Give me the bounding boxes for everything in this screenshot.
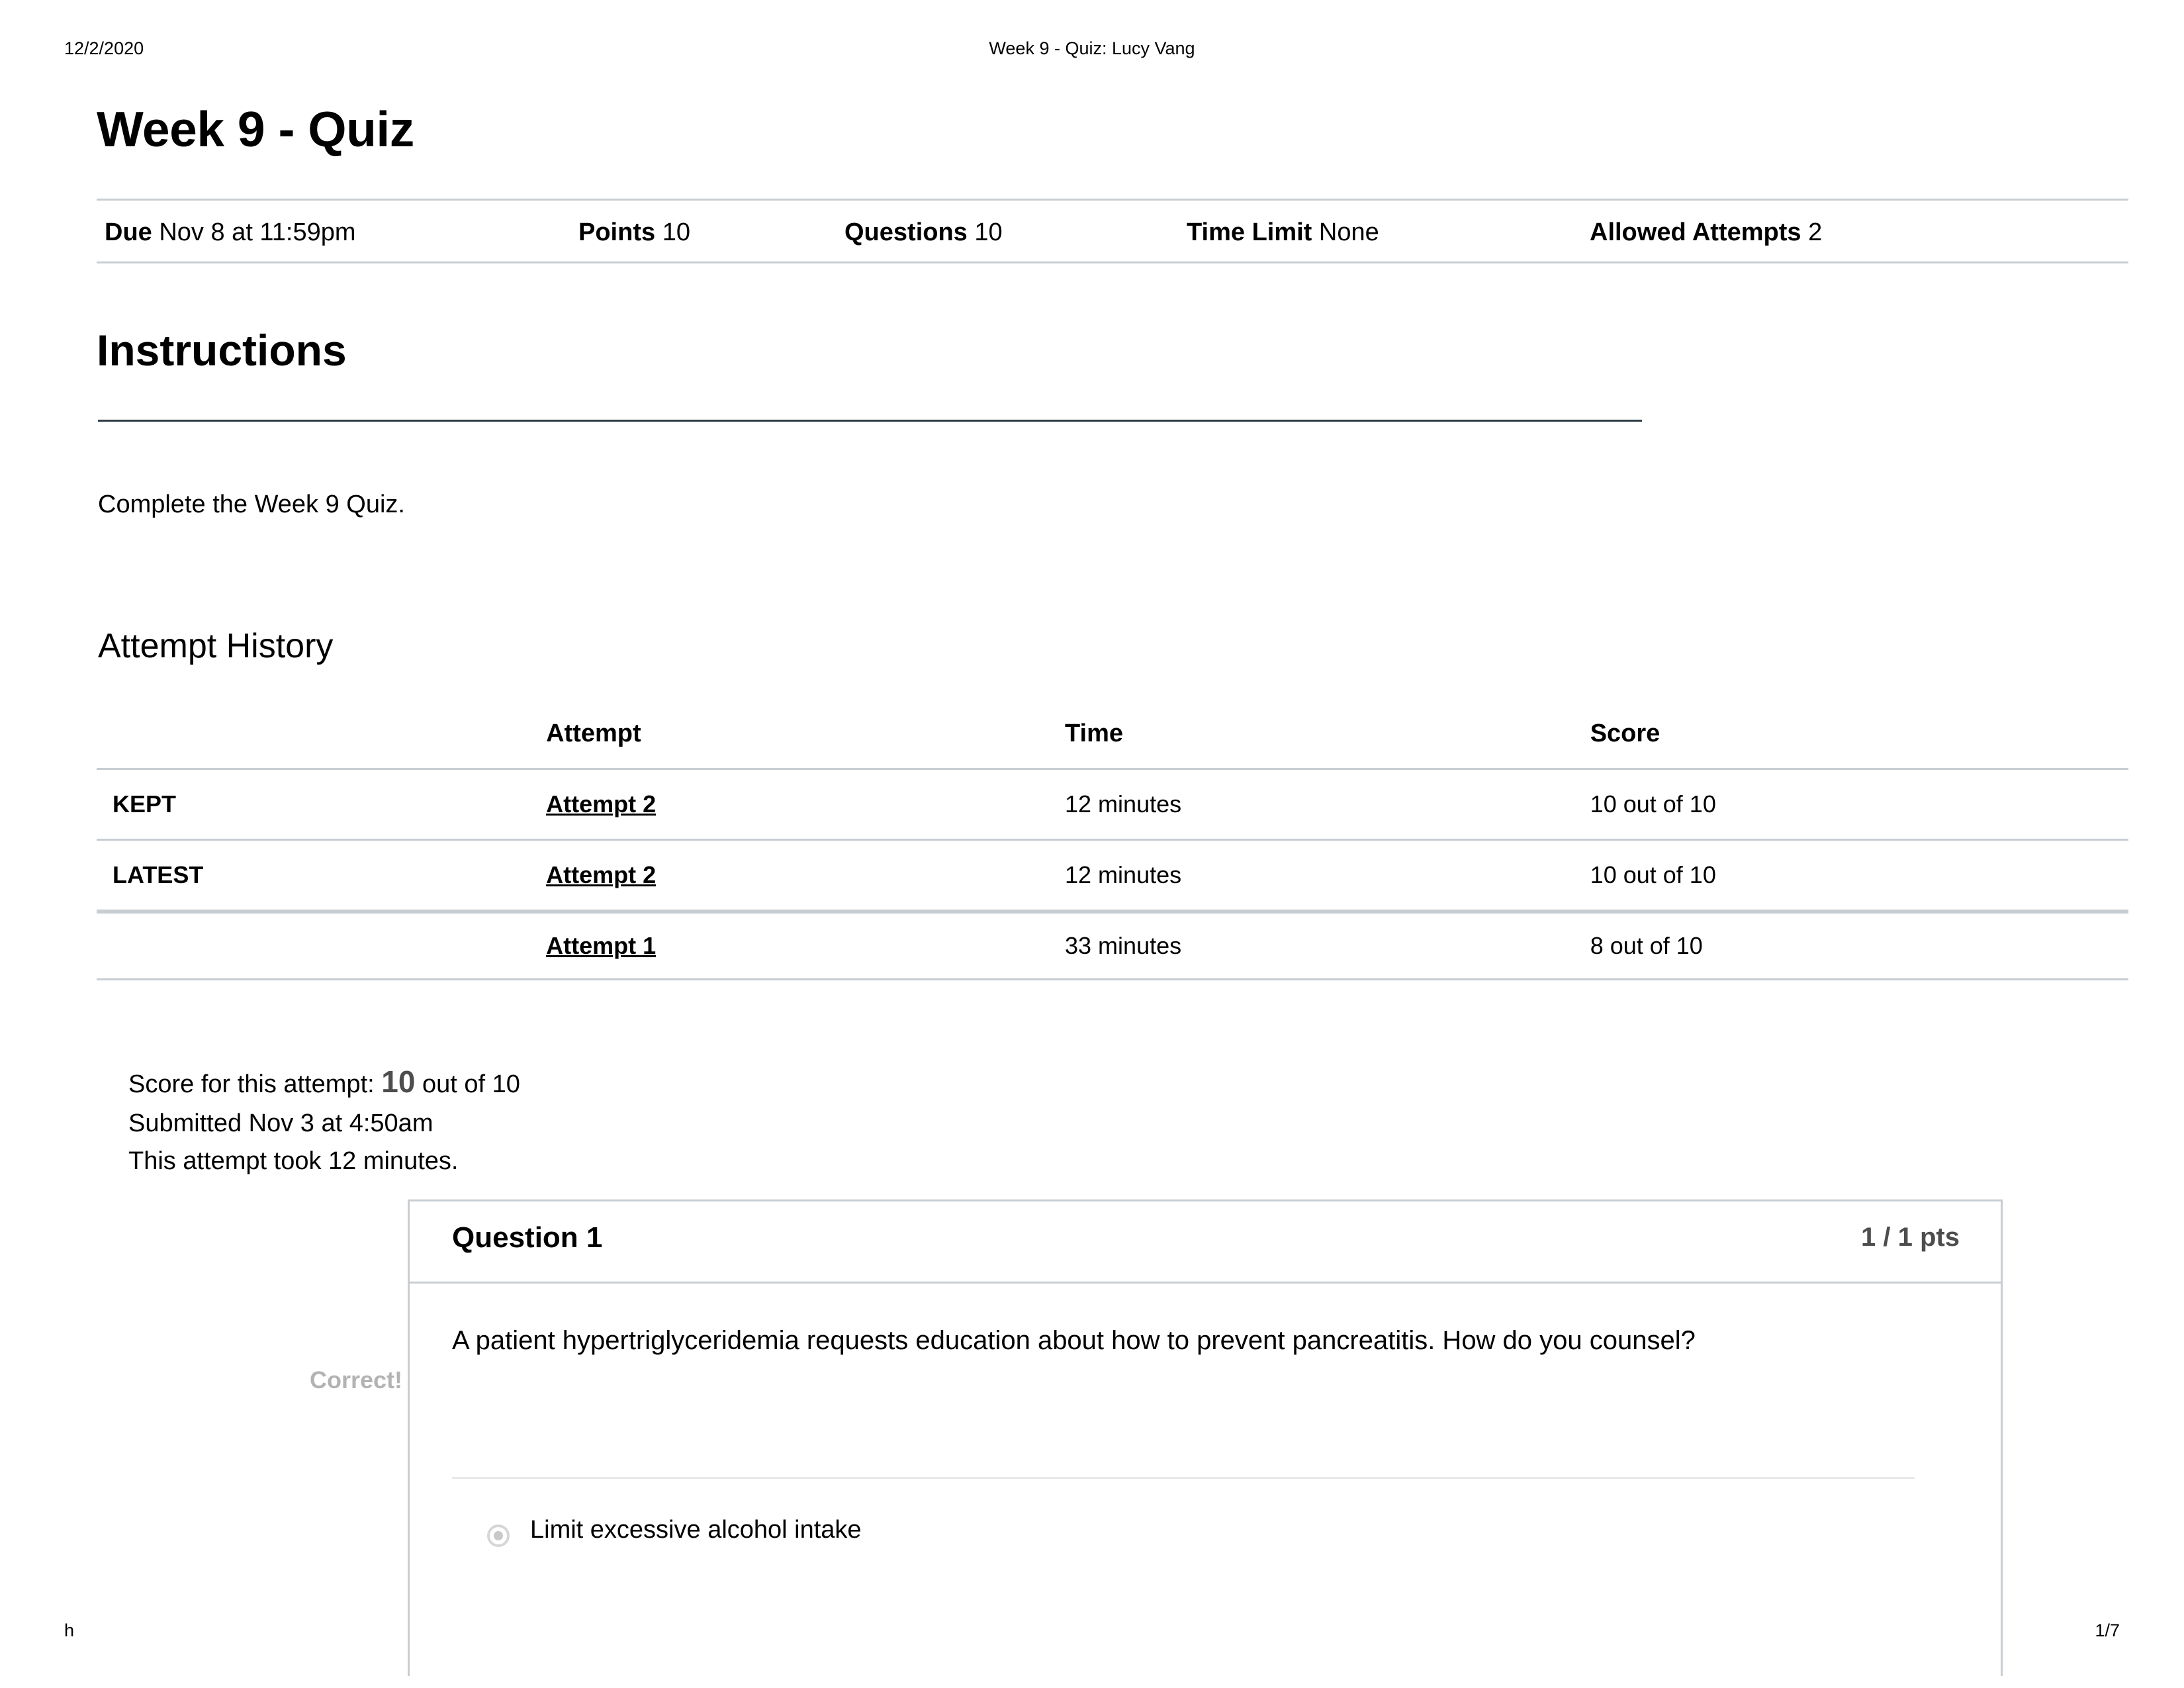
print-footer-url: h xyxy=(64,1620,75,1640)
attempt-summary: Score for this attempt: 10 out of 10 Sub… xyxy=(128,1059,520,1180)
table-row: LATEST Attempt 2 12 minutes 10 out of 10 xyxy=(97,839,2128,911)
attempt-score: 8 out of 10 xyxy=(1590,910,2128,980)
page-title: Week 9 - Quiz xyxy=(97,101,414,157)
attempt-score: 10 out of 10 xyxy=(1590,839,2128,911)
answer-option-label: Limit excessive alcohol intake xyxy=(530,1516,862,1544)
print-header: 12/2/2020 Week 9 - Quiz: Lucy Vang xyxy=(0,38,2184,65)
attempt-score-prefix: Score for this attempt: xyxy=(128,1070,382,1098)
table-row: KEPT Attempt 2 12 minutes 10 out of 10 xyxy=(97,768,2128,840)
quiz-meta-due-label: Due xyxy=(105,218,152,246)
quiz-meta-questions-label: Questions xyxy=(844,218,968,246)
question-points: 1 / 1 pts xyxy=(1861,1223,1960,1252)
quiz-meta-points-value: 10 xyxy=(662,218,690,246)
quiz-meta-allowed-attempts: Allowed Attempts 2 xyxy=(1590,218,1822,247)
attempt-time: 12 minutes xyxy=(1065,768,1590,840)
quiz-meta-time-limit-label: Time Limit xyxy=(1187,218,1312,246)
quiz-meta-points: Points 10 xyxy=(578,218,690,247)
quiz-meta-due: Due Nov 8 at 11:59pm xyxy=(105,218,356,247)
table-header-row: Attempt Time Score xyxy=(97,703,2128,769)
attempt-status-badge: KEPT xyxy=(113,790,177,818)
question-text: A patient hypertriglyceridemia requests … xyxy=(452,1326,1696,1355)
answer-option[interactable]: Limit excessive alcohol intake xyxy=(452,1515,1908,1568)
attempt-score-line: Score for this attempt: 10 out of 10 xyxy=(128,1059,520,1105)
attempt-link[interactable]: Attempt 2 xyxy=(546,790,656,818)
quiz-meta-questions: Questions 10 xyxy=(844,218,1003,247)
question-title: Question 1 xyxy=(452,1221,603,1254)
attempt-history-table: Attempt Time Score KEPT Attempt 2 12 min… xyxy=(97,703,2128,980)
attempt-time: 12 minutes xyxy=(1065,839,1590,911)
attempt-score: 10 out of 10 xyxy=(1590,768,2128,840)
table-row: Attempt 1 33 minutes 8 out of 10 xyxy=(97,910,2128,980)
question-result-label: Correct! xyxy=(309,1366,402,1393)
column-header-score: Score xyxy=(1590,719,1661,747)
column-header-time: Time xyxy=(1065,719,1124,747)
attempt-score-suffix: out of 10 xyxy=(415,1070,520,1098)
table-bottom-divider-2 xyxy=(97,978,2128,980)
table-bottom-divider-1 xyxy=(97,912,2128,914)
attempt-link[interactable]: Attempt 1 xyxy=(546,932,656,959)
quiz-meta-questions-value: 10 xyxy=(974,218,1003,246)
instructions-heading: Instructions xyxy=(97,326,347,375)
attempt-history-table-body: KEPT Attempt 2 12 minutes 10 out of 10 L… xyxy=(97,768,2128,980)
quiz-meta-allowed-attempts-label: Allowed Attempts xyxy=(1590,218,1801,246)
quiz-meta-due-value: Nov 8 at 11:59pm xyxy=(159,218,356,246)
quiz-meta-allowed-attempts-value: 2 xyxy=(1808,218,1823,246)
answers-divider xyxy=(452,1477,1915,1479)
question-header: Question 1 1 / 1 pts xyxy=(410,1201,2001,1284)
quiz-meta-points-label: Points xyxy=(578,218,656,246)
print-page-number: 1/7 xyxy=(2095,1620,2120,1640)
print-document-title: Week 9 - Quiz: Lucy Vang xyxy=(989,38,1195,58)
attempt-score-value: 10 xyxy=(381,1064,416,1099)
attempt-history-table-head: Attempt Time Score xyxy=(97,703,2128,769)
question-card: Question 1 1 / 1 pts A patient hypertrig… xyxy=(408,1199,2003,1676)
quiz-meta-time-limit: Time Limit None xyxy=(1187,218,1379,247)
attempt-submitted-line: Submitted Nov 3 at 4:50am xyxy=(128,1109,433,1137)
attempt-history-heading: Attempt History xyxy=(98,627,334,665)
column-header-status xyxy=(97,703,546,769)
instructions-body: Complete the Week 9 Quiz. xyxy=(98,491,405,518)
print-footer: h 1/7 xyxy=(0,1620,2184,1647)
attempt-status-badge: LATEST xyxy=(113,861,204,888)
attempt-time: 33 minutes xyxy=(1065,910,1590,980)
quiz-meta-strip: Due Nov 8 at 11:59pm Points 10 Questions… xyxy=(97,199,2128,263)
attempt-duration-line: This attempt took 12 minutes. xyxy=(128,1147,459,1175)
quiz-meta-time-limit-value: None xyxy=(1318,218,1379,246)
instructions-divider xyxy=(98,420,1642,422)
question-body: A patient hypertriglyceridemia requests … xyxy=(410,1284,2001,1547)
attempt-link[interactable]: Attempt 2 xyxy=(546,861,656,888)
column-header-attempt: Attempt xyxy=(546,719,641,747)
radio-button-icon[interactable] xyxy=(487,1524,510,1547)
